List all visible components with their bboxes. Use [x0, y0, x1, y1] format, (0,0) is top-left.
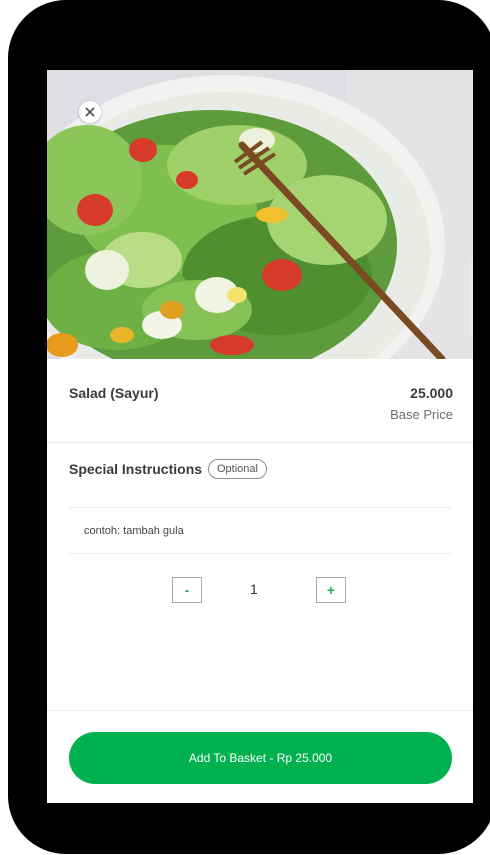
- item-detail-screen: Salad (Sayur) 25.000 Base Price Special …: [47, 70, 473, 803]
- item-header: Salad (Sayur) 25.000 Base Price: [69, 373, 453, 433]
- price-caption: Base Price: [390, 407, 453, 422]
- special-instructions-title: Special Instructions: [69, 461, 203, 477]
- special-instructions-input[interactable]: [69, 507, 452, 554]
- quantity-value: 1: [250, 581, 258, 597]
- phone-frame: Salad (Sayur) 25.000 Base Price Special …: [8, 0, 490, 854]
- salad-photo: [47, 70, 473, 359]
- add-to-basket-button[interactable]: Add To Basket - Rp 25.000: [69, 732, 452, 784]
- item-name: Salad (Sayur): [69, 385, 159, 401]
- scroll-handle: [470, 258, 473, 338]
- divider: [47, 442, 473, 443]
- item-photo: [47, 70, 473, 359]
- quantity-decrease-button[interactable]: -: [172, 577, 202, 603]
- close-button[interactable]: [79, 101, 101, 123]
- close-icon: [85, 107, 95, 117]
- bottom-bar: Add To Basket - Rp 25.000: [47, 710, 473, 803]
- item-price: 25.000: [410, 385, 453, 401]
- optional-badge: Optional: [208, 459, 267, 479]
- quantity-increase-button[interactable]: +: [316, 577, 346, 603]
